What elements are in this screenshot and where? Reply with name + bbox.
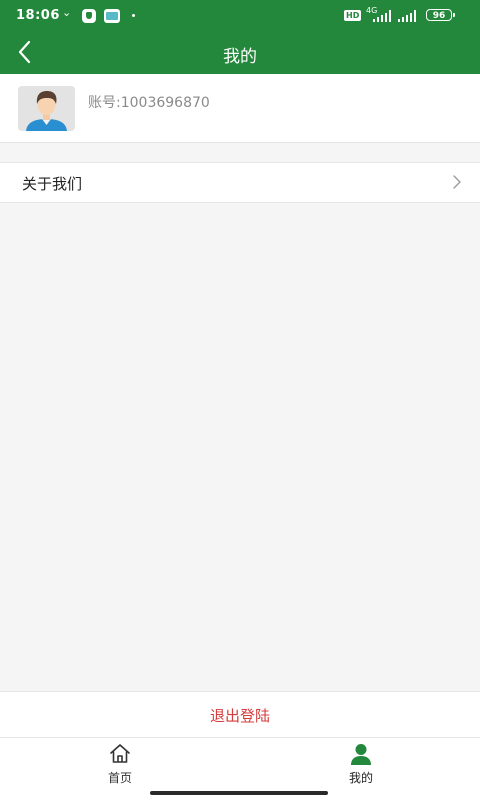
tab-home-label: 首页 [107, 771, 132, 785]
tab-home[interactable]: 首页 [70, 738, 170, 794]
signal-strength-icon-2 [398, 10, 420, 22]
status-time: 18:06 [16, 8, 60, 23]
nav-bar: 我的 [0, 32, 480, 74]
avatar[interactable] [18, 86, 75, 131]
menu-item-label: 关于我们 [22, 175, 83, 193]
tab-mine[interactable]: 我的 [311, 738, 411, 794]
logout-button[interactable]: 退出登陆 [0, 691, 480, 737]
signal-strength-icon [373, 10, 395, 22]
chevron-down-icon: ⌄ [62, 6, 72, 19]
user-icon [351, 744, 371, 765]
battery-icon: 96 [426, 9, 455, 21]
profile-card: 账号:1003696870 [0, 74, 480, 143]
home-indicator[interactable] [150, 791, 328, 795]
tab-mine-label: 我的 [348, 771, 373, 785]
menu-item-about-us[interactable]: 关于我们 [0, 162, 480, 203]
account-number: 账号:1003696870 [88, 95, 210, 111]
app-header: 18:06 ⌄ HD 4G 96 我的 [0, 0, 480, 74]
logout-label: 退出登陆 [209, 707, 270, 725]
page-title: 我的 [223, 47, 257, 67]
status-bar: 18:06 ⌄ HD 4G 96 [0, 0, 480, 32]
home-icon [110, 744, 130, 763]
chevron-right-icon [453, 175, 461, 189]
notification-app-icon [104, 9, 120, 23]
more-notifications-icon [132, 14, 135, 17]
shield-app-icon [82, 9, 96, 23]
hd-badge: HD [344, 10, 362, 21]
user-avatar-icon [18, 86, 75, 131]
